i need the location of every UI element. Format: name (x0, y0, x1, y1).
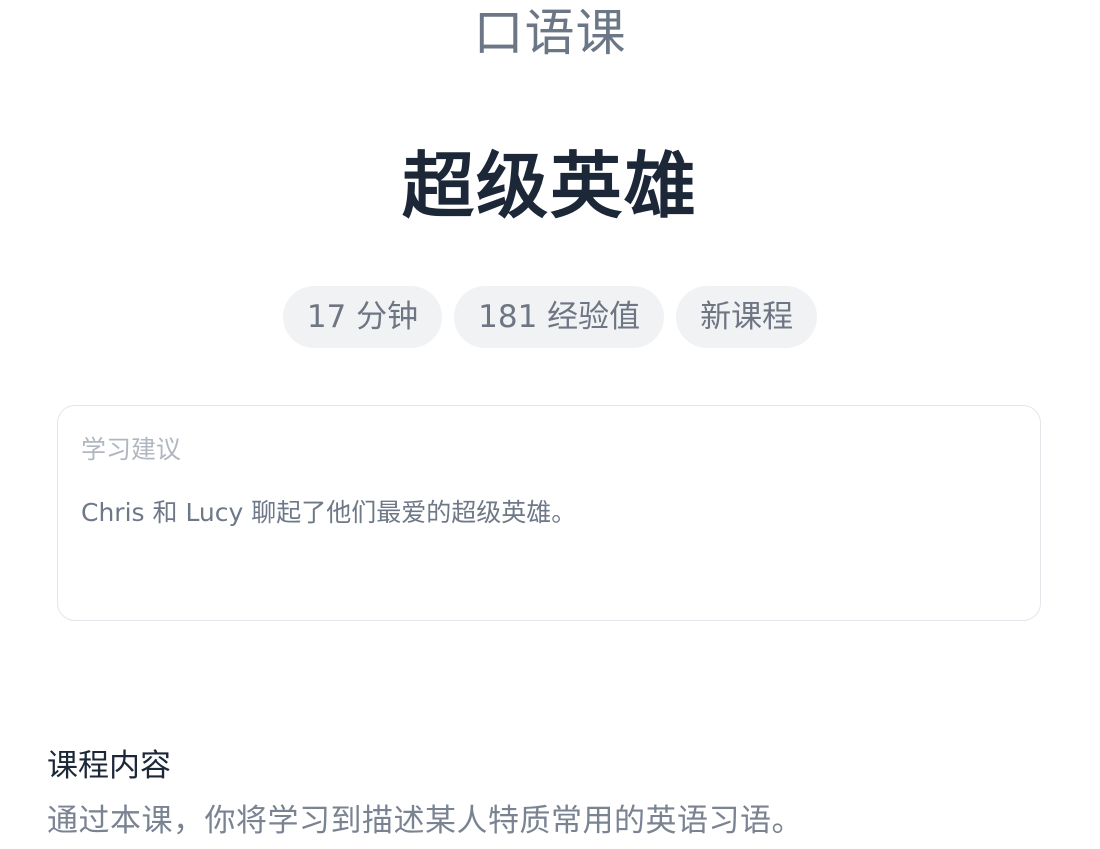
study-tip-card: 学习建议 Chris 和 Lucy 聊起了他们最爱的超级英雄。 (57, 405, 1041, 621)
course-content-heading: 课程内容 (47, 748, 171, 784)
new-course-badge: 新课程 (676, 286, 818, 348)
course-content-text: 通过本课，你将学习到描述某人特质常用的英语习语。 (47, 803, 803, 839)
lesson-tags: 17 分钟 181 经验值 新课程 (0, 286, 1100, 348)
lesson-title: 超级英雄 (401, 144, 698, 228)
study-tip-heading: 学习建议 (81, 435, 182, 464)
xp-badge: 181 经验值 (454, 286, 665, 348)
lesson-detail-page: 口语课 超级英雄 17 分钟 181 经验值 新课程 学习建议 Chris 和 … (0, 0, 1100, 849)
study-tip-text: Chris 和 Lucy 聊起了他们最爱的超级英雄。 (81, 498, 577, 527)
lesson-category: 口语课 (473, 4, 627, 62)
duration-badge: 17 分钟 (282, 286, 443, 348)
